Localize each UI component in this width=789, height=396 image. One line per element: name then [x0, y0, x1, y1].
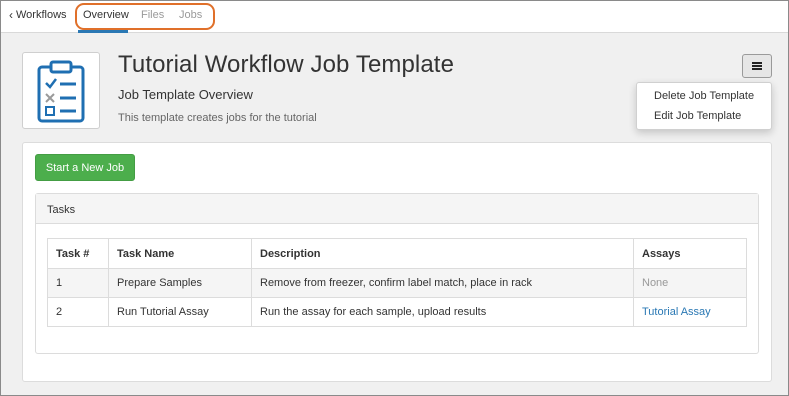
column-header-assays: Assays: [633, 238, 747, 269]
tasks-table: Task # Task Name Description Assays 1 Pr…: [47, 238, 747, 327]
column-header-task-name: Task Name: [108, 238, 252, 269]
active-tab-indicator: [78, 30, 128, 33]
page-title: Tutorial Workflow Job Template: [118, 51, 455, 78]
tab-files[interactable]: Files: [141, 9, 164, 21]
column-header-task-number: Task #: [47, 238, 109, 269]
back-link-label: Workflows: [16, 9, 67, 21]
tab-overview[interactable]: Overview: [83, 9, 129, 21]
menu-item-delete-job-template[interactable]: Delete Job Template: [654, 90, 754, 102]
tasks-panel-title: Tasks: [47, 204, 76, 216]
actions-menu-button[interactable]: [742, 54, 772, 78]
page-subtitle: Job Template Overview: [118, 87, 253, 102]
table-row: 2 Run Tutorial Assay Run the assay for e…: [47, 297, 747, 327]
cell-task-number: 2: [47, 297, 109, 327]
cell-task-number: 1: [47, 268, 109, 298]
hamburger-icon: [752, 62, 762, 70]
column-header-description: Description: [251, 238, 634, 269]
tasks-panel-header: [36, 194, 758, 224]
cell-task-name: Run Tutorial Assay: [108, 297, 252, 327]
table-row: 1 Prepare Samples Remove from freezer, c…: [47, 268, 747, 298]
back-to-workflows-link[interactable]: ‹ Workflows: [9, 9, 67, 21]
tutorial-assay-link[interactable]: Tutorial Assay: [633, 297, 747, 327]
clipboard-checklist-icon: [37, 60, 85, 122]
chevron-left-icon: ‹: [9, 8, 13, 22]
cell-assays-none: None: [633, 268, 747, 298]
table-header-row: Task # Task Name Description Assays: [47, 238, 747, 269]
tab-jobs[interactable]: Jobs: [179, 9, 202, 21]
cell-description: Remove from freezer, confirm label match…: [251, 268, 634, 298]
template-icon-box: [22, 52, 100, 129]
actions-dropdown-menu: Delete Job Template Edit Job Template: [636, 82, 772, 130]
template-description: This template creates jobs for the tutor…: [118, 112, 317, 124]
menu-item-edit-job-template[interactable]: Edit Job Template: [654, 110, 741, 122]
cell-description: Run the assay for each sample, upload re…: [251, 297, 634, 327]
cell-task-name: Prepare Samples: [108, 268, 252, 298]
start-new-job-button[interactable]: Start a New Job: [35, 154, 135, 181]
